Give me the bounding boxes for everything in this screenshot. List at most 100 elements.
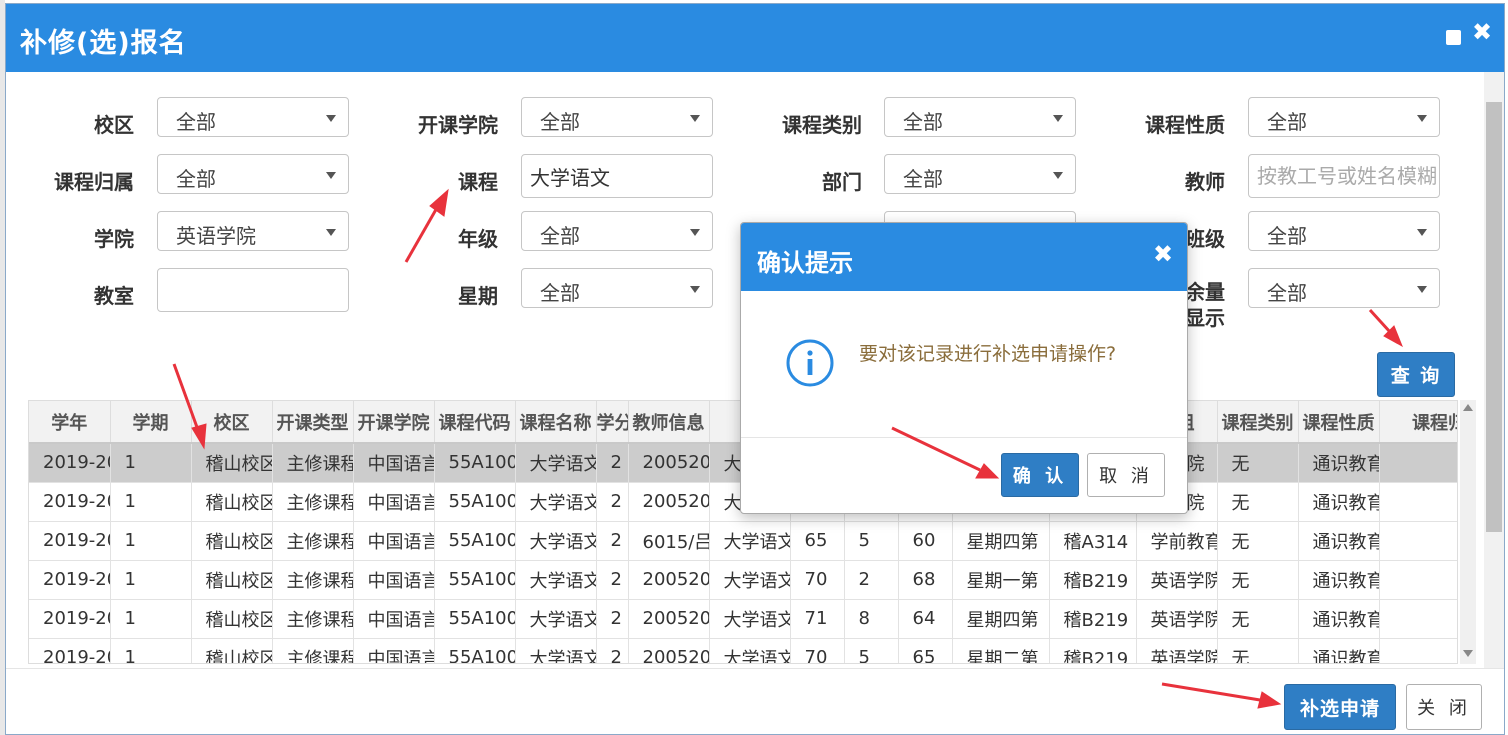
column-header[interactable]: 教师信息 [628, 401, 710, 444]
close-icon[interactable]: ✖ [1472, 20, 1492, 44]
college-select-value: 英语学院 [176, 224, 256, 248]
table-row[interactable]: 2019-201稽山校区主修课程中国语言55A100大学语文2200520大学语… [29, 599, 1457, 639]
table-cell: 英语学院 [1136, 599, 1218, 639]
campus-select[interactable]: 全部 [157, 97, 349, 137]
chevron-down-icon [690, 286, 700, 293]
table-row[interactable]: 2019-201稽山校区主修课程中国语言55A100大学语文2200520大学语… [29, 560, 1457, 600]
info-icon [786, 339, 834, 387]
table-cell: 稽山校区 [191, 560, 273, 600]
modal-scrollbar-thumb[interactable] [1486, 102, 1502, 532]
class-select[interactable]: 全部 [1248, 211, 1440, 251]
table-cell: 大学语文 [515, 560, 597, 600]
course-input[interactable] [521, 154, 713, 198]
table-cell: 大学语文 [515, 482, 597, 522]
table-cell: 60 [898, 521, 953, 561]
table-cell: 星期一第 [952, 560, 1050, 600]
table-cell: 稽A314 [1049, 521, 1137, 561]
table-cell: 2019-20 [29, 482, 111, 522]
table-cell: 65 [790, 521, 845, 561]
course-belong-select[interactable]: 全部 [157, 154, 349, 194]
table-cell [1379, 560, 1457, 600]
table-cell: 稽山校区 [191, 599, 273, 639]
table-cell: 2 [596, 521, 629, 561]
close-icon[interactable]: ✖ [1153, 240, 1173, 268]
teacher-input[interactable] [1248, 154, 1440, 198]
chevron-down-icon [1417, 286, 1427, 293]
modal-scrollbar[interactable] [1484, 72, 1504, 668]
course-category-label: 课程类别 [782, 113, 862, 137]
college-offer-select[interactable]: 全部 [521, 97, 713, 137]
column-header[interactable]: 学分 [596, 401, 629, 444]
column-header[interactable]: 开课学院 [353, 401, 435, 444]
scroll-down-icon[interactable] [1463, 650, 1473, 657]
course-nature-select[interactable]: 全部 [1248, 97, 1440, 137]
table-cell: 2019-20 [29, 521, 111, 561]
course-belong-select-value: 全部 [176, 167, 216, 191]
table-cell: 星期四第 [952, 521, 1050, 561]
column-header[interactable]: 课程代码 [434, 401, 516, 444]
classroom-input[interactable] [157, 268, 349, 312]
column-header[interactable]: 课程归 [1379, 401, 1457, 444]
table-cell: 通识教育 [1298, 482, 1380, 522]
column-header[interactable]: 课程类别 [1217, 401, 1299, 444]
table-cell: 大学语文 [515, 521, 597, 561]
department-select[interactable]: 全部 [884, 154, 1076, 194]
table-cell: 主修课程 [272, 638, 354, 663]
dialog-message: 要对该记录进行补选申请操作? [859, 343, 1117, 365]
scroll-up-icon[interactable] [1463, 404, 1473, 411]
table-cell: 8 [844, 599, 899, 639]
table-cell: 2019-20 [29, 443, 111, 483]
weekday-select[interactable]: 全部 [521, 268, 713, 308]
table-cell: 1 [110, 482, 192, 522]
table-cell: 稽B219 [1049, 560, 1137, 600]
campus-select-value: 全部 [176, 110, 216, 134]
table-cell: 英语学院 [1136, 560, 1218, 600]
table-cell: 稽B219 [1049, 599, 1137, 639]
college-select[interactable]: 英语学院 [157, 211, 349, 251]
chevron-down-icon [1053, 172, 1063, 179]
column-header[interactable]: 开课类型 [272, 401, 354, 444]
table-cell: 通识教育 [1298, 638, 1380, 663]
table-row[interactable]: 2019-201稽山校区主修课程中国语言55A100大学语文2200520大学语… [29, 638, 1457, 663]
table-scrollbar[interactable] [1460, 400, 1476, 664]
maximize-icon[interactable] [1446, 30, 1461, 45]
table-cell: 2 [596, 443, 629, 483]
chevron-down-icon [690, 229, 700, 236]
table-cell: 2 [596, 560, 629, 600]
department-label: 部门 [822, 170, 862, 194]
remain-select-value: 全部 [1267, 281, 1307, 305]
table-cell: 中国语言 [353, 521, 435, 561]
table-cell: 主修课程 [272, 599, 354, 639]
table-cell: 无 [1217, 560, 1299, 600]
table-cell: 英语学院 [1136, 638, 1218, 663]
close-button[interactable]: 关 闭 [1406, 684, 1482, 730]
table-cell: 主修课程 [272, 443, 354, 483]
weekday-select-value: 全部 [540, 281, 580, 305]
grade-select[interactable]: 全部 [521, 211, 713, 251]
course-category-select-value: 全部 [903, 110, 943, 134]
remain-select[interactable]: 全部 [1248, 268, 1440, 308]
query-button[interactable]: 查 询 [1377, 352, 1455, 397]
confirm-button[interactable]: 确 认 [1001, 453, 1079, 497]
course-category-select[interactable]: 全部 [884, 97, 1076, 137]
dialog-divider [741, 437, 1187, 438]
table-cell: 64 [898, 599, 953, 639]
table-cell: 71 [790, 599, 845, 639]
course-label: 课程 [458, 170, 498, 194]
dialog-title: 确认提示 [757, 249, 853, 277]
column-header[interactable]: 学期 [110, 401, 192, 444]
cancel-button[interactable]: 取 消 [1087, 453, 1165, 497]
table-cell [1379, 599, 1457, 639]
table-cell: 稽B219 [1049, 638, 1137, 663]
column-header[interactable]: 校区 [191, 401, 273, 444]
college-offer-select-value: 全部 [540, 110, 580, 134]
column-header[interactable]: 学年 [29, 401, 111, 444]
table-row[interactable]: 2019-201稽山校区主修课程中国语言55A100大学语文26015/吕大学语… [29, 521, 1457, 561]
apply-button[interactable]: 补选申请 [1284, 684, 1396, 730]
table-cell: 稽山校区 [191, 638, 273, 663]
chevron-down-icon [1417, 115, 1427, 122]
table-cell: 200520 [628, 443, 710, 483]
column-header[interactable]: 课程名称 [515, 401, 597, 444]
grade-select-value: 全部 [540, 224, 580, 248]
column-header[interactable]: 课程性质 [1298, 401, 1380, 444]
